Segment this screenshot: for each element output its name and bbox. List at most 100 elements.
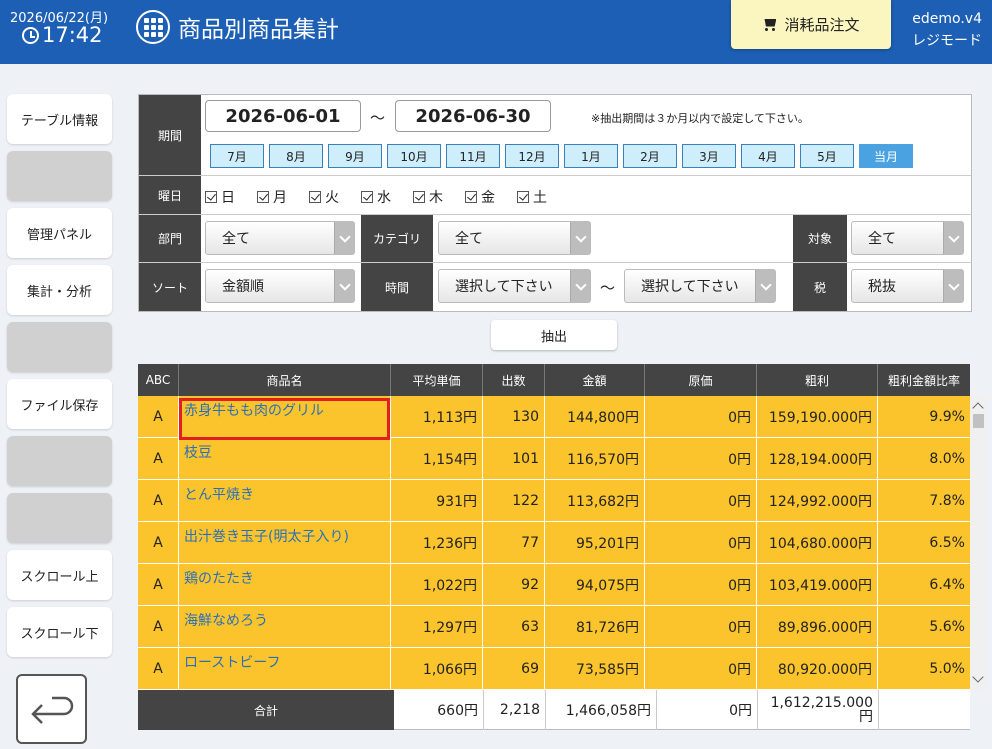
chevron-down-icon: [570, 222, 590, 254]
table-row[interactable]: A とん平焼き 931円 122 113,682円 0円 124,992.000円 7.8%: [138, 480, 970, 522]
cell-abc: A: [138, 522, 179, 563]
weekday-checkbox-thu[interactable]: 木: [413, 187, 443, 207]
cell-amount: 113,682円: [545, 480, 645, 521]
scroll-down-button[interactable]: スクロール下: [7, 607, 112, 657]
department-select[interactable]: 全て: [205, 221, 355, 255]
weekday-checkbox-tue[interactable]: 火: [309, 187, 339, 207]
weekday-checkbox-fri[interactable]: 金: [465, 187, 495, 207]
cell-product-name[interactable]: とん平焼き: [179, 480, 391, 521]
month-button-jan[interactable]: 1月: [564, 144, 618, 168]
column-header-profit-ratio[interactable]: 粗利金額比率: [878, 364, 970, 396]
header-time: 17:42: [22, 23, 103, 47]
checkbox-checked-icon: [257, 191, 269, 203]
end-date-field[interactable]: 2026-06-30: [395, 100, 551, 132]
period-label: 期間: [139, 95, 201, 175]
category-select[interactable]: 全て: [438, 221, 591, 255]
category-value: 全て: [455, 231, 483, 247]
scroll-up-arrow-icon[interactable]: [972, 402, 984, 414]
month-button-nov[interactable]: 11月: [446, 144, 500, 168]
month-button-aug[interactable]: 8月: [269, 144, 323, 168]
chevron-down-icon: [943, 270, 963, 302]
sidebar-item-empty: [7, 493, 112, 543]
sidebar-item-admin-panel[interactable]: 管理パネル: [7, 208, 112, 258]
sidebar-item-table-info[interactable]: テーブル情報: [7, 94, 112, 144]
cell-product-name[interactable]: ローストビーフ: [179, 648, 391, 689]
month-button-may[interactable]: 5月: [800, 144, 854, 168]
cell-avg-price: 1,297円: [391, 606, 483, 647]
chevron-down-icon: [570, 270, 590, 302]
table-row[interactable]: A 枝豆 1,154円 101 116,570円 0円 128,194.000円 8.0%: [138, 438, 970, 480]
page-title-text: 商品別商品集計: [178, 17, 339, 43]
target-value: 全て: [868, 231, 896, 247]
scrollbar-thumb[interactable]: [973, 414, 984, 428]
sidebar-item-analytics[interactable]: 集計・分析: [7, 265, 112, 315]
cell-quantity: 130: [483, 396, 545, 437]
cell-quantity: 77: [483, 522, 545, 563]
cart-icon: [762, 18, 778, 32]
time-range-separator: ～: [600, 279, 616, 297]
chevron-down-icon: [755, 270, 775, 302]
table-row[interactable]: A 海鮮なめろう 1,297円 63 81,726円 0円 89,896.000円 5.6%: [138, 606, 970, 648]
start-date-field[interactable]: 2026-06-01: [205, 100, 361, 132]
table-row[interactable]: A ローストビーフ 1,066円 69 73,585円 0円 80,920.000円 5.0%: [138, 648, 970, 690]
weekday-checkbox-mon[interactable]: 月: [257, 187, 287, 207]
table-body: A 赤身牛もも肉のグリル 1,113円 130 144,800円 0円 159,190.00…: [138, 396, 970, 690]
extract-button[interactable]: 抽出: [491, 320, 617, 350]
total-quantity: 2,218: [484, 690, 546, 730]
cell-avg-price: 931円: [391, 480, 483, 521]
weekday-checkbox-wed[interactable]: 水: [361, 187, 391, 207]
chevron-down-icon: [334, 270, 354, 302]
column-header-abc[interactable]: ABC: [138, 364, 179, 396]
cell-gross-profit: 80,920.000円: [757, 648, 878, 689]
column-header-product-name[interactable]: 商品名: [179, 364, 391, 396]
weekday-label: 曜日: [139, 176, 201, 214]
time-from-value: 選択して下さい: [455, 279, 553, 295]
sidebar-item-save-file[interactable]: ファイル保存: [7, 379, 112, 429]
target-select[interactable]: 全て: [851, 221, 964, 255]
back-button[interactable]: [16, 674, 87, 744]
cell-profit-ratio: 5.0%: [929, 660, 965, 677]
checkbox-checked-icon: [205, 191, 217, 203]
column-header-amount[interactable]: 金額: [545, 364, 645, 396]
cell-abc: A: [138, 438, 179, 479]
category-label: カテゴリ: [361, 215, 433, 262]
table-scrollbar[interactable]: [970, 396, 987, 690]
cell-product-name[interactable]: 鶏のたたき: [179, 564, 391, 605]
sort-select[interactable]: 金額順: [205, 269, 355, 303]
month-button-current[interactable]: 当月: [859, 144, 913, 168]
app-header: 2026/06/22(月) 17:42 商品別商品集計 消耗品注文 edemo.…: [0, 0, 992, 64]
weekday-checkbox-sat[interactable]: 土: [517, 187, 547, 207]
time-from-select[interactable]: 選択して下さい: [438, 269, 591, 303]
column-header-avg-price[interactable]: 平均単価: [391, 364, 483, 396]
order-supplies-button[interactable]: 消耗品注文: [731, 0, 891, 49]
time-to-select[interactable]: 選択して下さい: [624, 269, 776, 303]
month-button-apr[interactable]: 4月: [741, 144, 795, 168]
cell-cost: 0円: [645, 438, 757, 479]
cell-product-name[interactable]: 海鮮なめろう: [179, 606, 391, 647]
weekday-checkbox-sun[interactable]: 日: [205, 187, 235, 207]
tax-select[interactable]: 税抜: [851, 269, 964, 303]
scroll-up-button[interactable]: スクロール上: [7, 550, 112, 600]
table-header: ABC 商品名 平均単価 出数 金額 原価 粗利 粗利金額比率: [138, 364, 970, 396]
cell-avg-price: 1,022円: [391, 564, 483, 605]
cell-product-name[interactable]: 枝豆: [179, 438, 391, 479]
month-button-mar[interactable]: 3月: [682, 144, 736, 168]
month-button-sep[interactable]: 9月: [328, 144, 382, 168]
scroll-down-arrow-icon[interactable]: [972, 671, 984, 683]
month-button-feb[interactable]: 2月: [623, 144, 677, 168]
table-row[interactable]: A 出汁巻き玉子(明太子入り) 1,236円 77 95,201円 0円 104,680.0…: [138, 522, 970, 564]
month-button-oct[interactable]: 10月: [387, 144, 441, 168]
checkbox-checked-icon: [465, 191, 477, 203]
column-header-cost[interactable]: 原価: [645, 364, 757, 396]
column-header-quantity[interactable]: 出数: [483, 364, 545, 396]
cell-cost: 0円: [645, 396, 757, 437]
month-button-dec[interactable]: 12月: [505, 144, 559, 168]
cell-gross-profit: 159,190.000円: [757, 396, 878, 437]
month-button-jul[interactable]: 7月: [210, 144, 264, 168]
menu-grid-icon[interactable]: [136, 10, 170, 44]
column-header-gross-profit[interactable]: 粗利: [757, 364, 878, 396]
table-row[interactable]: A 鶏のたたき 1,022円 92 94,075円 0円 103,419.000円 6.4%: [138, 564, 970, 606]
cell-product-name[interactable]: 出汁巻き玉子(明太子入り): [179, 522, 391, 563]
cell-profit-ratio: 7.8%: [929, 492, 965, 509]
table-total-row: 合計 660円 2,218 1,466,058円 0円 1,612,215.00…: [138, 690, 970, 730]
